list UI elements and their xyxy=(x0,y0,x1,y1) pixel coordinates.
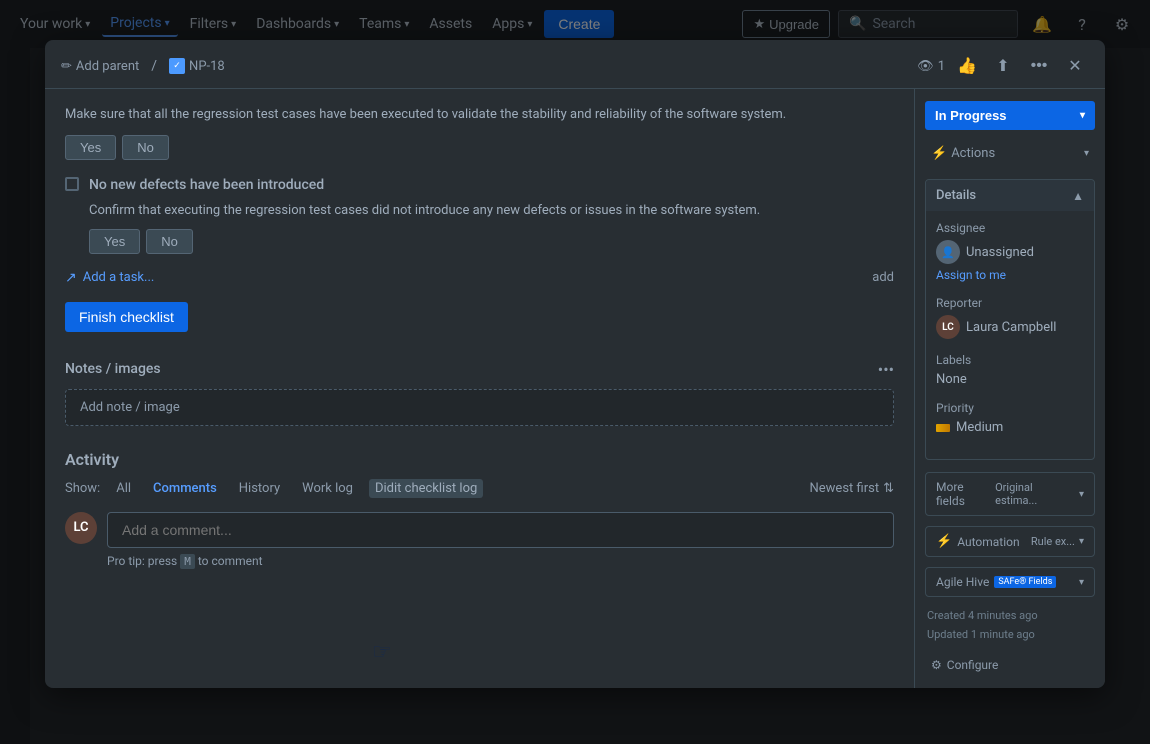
assignee-label: Assignee xyxy=(936,221,1084,235)
gear-icon: ⚙ xyxy=(931,658,942,672)
more-fields-sub: Original estima... xyxy=(995,481,1077,507)
unassigned-icon: 👤 xyxy=(941,246,955,259)
activity-title: Activity xyxy=(65,450,894,469)
agile-hive-label: Agile Hive xyxy=(936,575,989,589)
labels-label: Labels xyxy=(936,353,1084,367)
agile-chevron-icon: ▾ xyxy=(1079,577,1084,588)
yes-button-2[interactable]: Yes xyxy=(89,229,140,254)
updated-timestamp: Updated 1 minute ago xyxy=(927,626,1093,645)
newest-first-button[interactable]: Newest first ⇅ xyxy=(810,481,895,496)
no-button-2[interactable]: No xyxy=(146,229,193,254)
assignee-value: 👤 Unassigned xyxy=(936,240,1084,264)
configure-row[interactable]: ⚙ Configure xyxy=(925,654,1095,676)
add-task-icon: ↗ xyxy=(65,270,77,286)
more-fields-chevron-icon: ▾ xyxy=(1079,489,1084,500)
labels-field: Labels None xyxy=(936,353,1084,387)
status-button[interactable]: In Progress ▾ xyxy=(925,101,1095,130)
details-header[interactable]: Details ▲ xyxy=(926,180,1094,211)
filter-didit[interactable]: Didit checklist log xyxy=(369,479,483,498)
assignee-field: Assignee 👤 Unassigned Assign to me xyxy=(936,221,1084,282)
checklist-item-title-2: No new defects have been introduced xyxy=(89,176,324,196)
add-parent-button[interactable]: ✏ Add parent xyxy=(61,59,139,74)
priority-label: Priority xyxy=(936,401,1084,415)
actions-chevron-icon: ▾ xyxy=(1084,148,1089,159)
pencil-icon: ✏ xyxy=(61,59,72,74)
automation-chevron-icon: ▾ xyxy=(1079,536,1084,547)
reporter-label: Reporter xyxy=(936,296,1084,310)
show-label: Show: xyxy=(65,481,100,496)
actions-row[interactable]: ⚡ Actions ▾ xyxy=(925,142,1095,165)
modal-main-content: Make sure that all the regression test c… xyxy=(45,89,915,688)
filter-comments[interactable]: Comments xyxy=(147,479,223,498)
no-button-1[interactable]: No xyxy=(122,135,169,160)
created-timestamp: Created 4 minutes ago xyxy=(927,607,1093,626)
comment-row: LC xyxy=(65,512,894,548)
details-body: Assignee 👤 Unassigned Assign to me xyxy=(926,211,1094,459)
notes-more-button[interactable]: ••• xyxy=(878,360,894,379)
automation-sub: Rule ex... xyxy=(1031,535,1075,548)
close-button[interactable]: ✕ xyxy=(1061,52,1089,80)
modal-overlay: ✏ Add parent / ✓ NP-18 👁 1 👍 ⬆ ••• ✕ xyxy=(0,0,1150,744)
priority-medium-icon xyxy=(936,424,950,432)
share-button[interactable]: ⬆ xyxy=(989,52,1017,80)
activity-filter-row: Show: All Comments History Work log Didi… xyxy=(65,479,894,498)
pro-tip: Pro tip: press M to comment xyxy=(107,554,894,568)
modal-header-actions: 👁 1 👍 ⬆ ••• ✕ xyxy=(917,52,1089,80)
finish-checklist-button[interactable]: Finish checklist xyxy=(65,302,188,332)
labels-value: None xyxy=(936,372,1084,387)
filter-history[interactable]: History xyxy=(233,479,286,498)
notes-section: Notes / images ••• Add note / image xyxy=(65,360,894,426)
safe-badge: SAFe® Fields xyxy=(994,576,1056,588)
automation-lightning-icon: ⚡ xyxy=(936,534,952,549)
eye-icon: 👁 xyxy=(917,59,934,74)
sort-icon: ⇅ xyxy=(883,481,894,496)
keyboard-shortcut: M xyxy=(180,554,195,569)
activity-section: Activity Show: All Comments History Work… xyxy=(65,450,894,568)
add-note-button[interactable]: Add note / image xyxy=(65,389,894,426)
filter-all[interactable]: All xyxy=(110,479,137,498)
notes-header: Notes / images ••• xyxy=(65,360,894,379)
breadcrumb-separator: / xyxy=(151,58,157,74)
checklist-desc-2: Confirm that executing the regression te… xyxy=(89,201,894,221)
priority-field: Priority Medium xyxy=(936,401,1084,435)
details-label: Details xyxy=(936,188,976,203)
modal-sidebar: In Progress ▾ ⚡ Actions ▾ Details ▲ xyxy=(915,89,1105,688)
assignee-avatar: 👤 xyxy=(936,240,960,264)
issue-type-icon: ✓ xyxy=(169,58,185,74)
watch-button[interactable]: 👁 1 xyxy=(917,59,945,74)
checklist-desc-1: Make sure that all the regression test c… xyxy=(65,105,894,125)
reporter-field: Reporter LC Laura Campbell xyxy=(936,296,1084,339)
notes-title: Notes / images xyxy=(65,361,161,377)
yes-no-row-1: Yes No xyxy=(65,135,894,160)
details-section: Details ▲ Assignee 👤 Unassigned xyxy=(925,179,1095,460)
yes-button-1[interactable]: Yes xyxy=(65,135,116,160)
checklist-block-1: Make sure that all the regression test c… xyxy=(65,105,894,160)
issue-modal: ✏ Add parent / ✓ NP-18 👁 1 👍 ⬆ ••• ✕ xyxy=(45,40,1105,688)
comment-input[interactable] xyxy=(107,512,894,548)
more-options-button[interactable]: ••• xyxy=(1025,52,1053,80)
current-user-avatar: LC xyxy=(65,512,97,544)
details-collapse-icon: ▲ xyxy=(1072,189,1084,203)
yes-no-row-2: Yes No xyxy=(89,229,894,254)
timestamps: Created 4 minutes ago Updated 1 minute a… xyxy=(925,607,1095,644)
checklist-checkbox-2[interactable] xyxy=(65,177,79,191)
more-fields-row[interactable]: More fields Original estima... ▾ xyxy=(925,472,1095,516)
thumbs-up-button[interactable]: 👍 xyxy=(953,52,981,80)
breadcrumb-id: ✓ NP-18 xyxy=(169,58,225,74)
priority-value: Medium xyxy=(936,420,1084,435)
automation-row[interactable]: ⚡ Automation Rule ex... ▾ xyxy=(925,526,1095,557)
reporter-avatar: LC xyxy=(936,315,960,339)
assign-to-me-link[interactable]: Assign to me xyxy=(936,268,1084,282)
modal-header: ✏ Add parent / ✓ NP-18 👁 1 👍 ⬆ ••• ✕ xyxy=(45,40,1105,89)
status-chevron-icon: ▾ xyxy=(1080,110,1085,121)
checklist-item-2: No new defects have been introduced xyxy=(65,176,894,196)
reporter-value: LC Laura Campbell xyxy=(936,315,1084,339)
agile-hive-row[interactable]: Agile Hive SAFe® Fields ▾ xyxy=(925,567,1095,597)
add-task-row[interactable]: ↗ Add a task... add xyxy=(65,270,894,286)
modal-body: Make sure that all the regression test c… xyxy=(45,89,1105,688)
lightning-icon: ⚡ xyxy=(931,146,947,161)
filter-worklog[interactable]: Work log xyxy=(296,479,359,498)
